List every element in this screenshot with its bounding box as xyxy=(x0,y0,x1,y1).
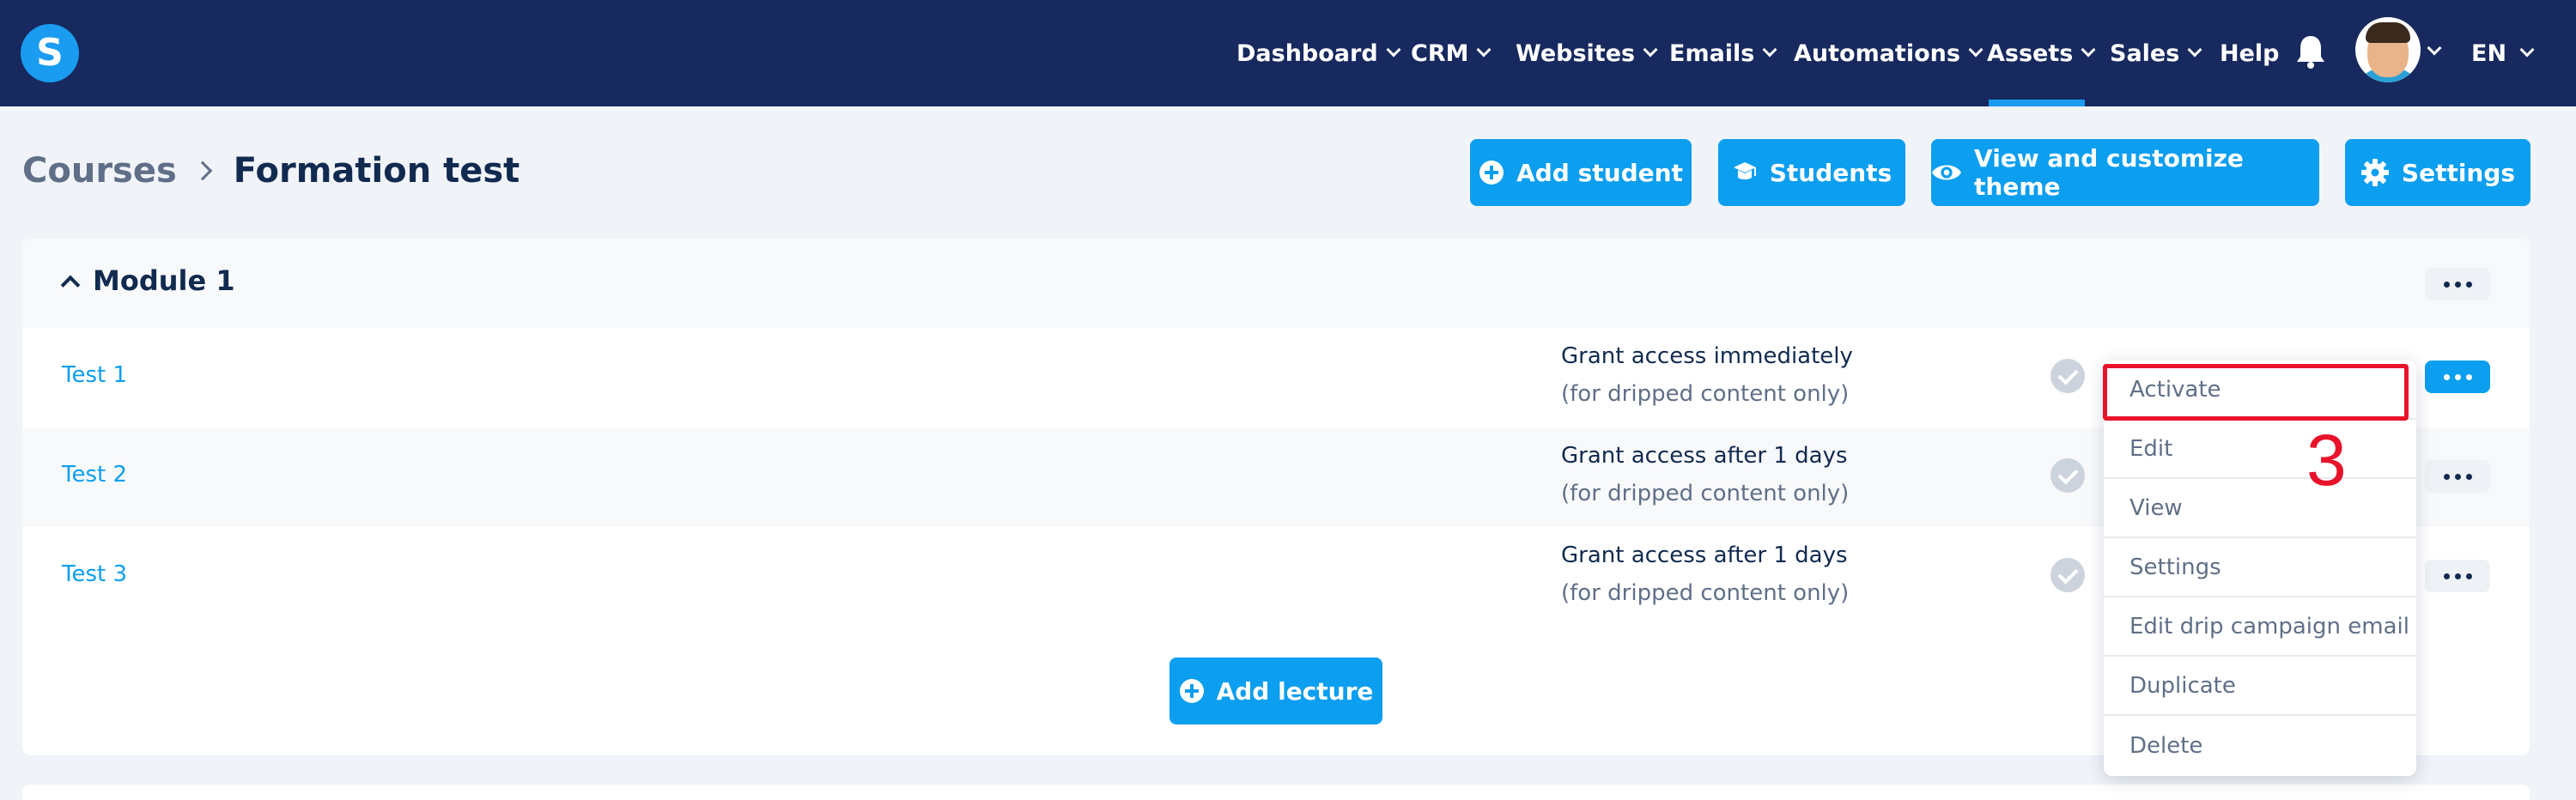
nav-automations-label: Automations xyxy=(1794,39,1960,67)
check-circle-icon xyxy=(2050,359,2085,393)
logo[interactable]: S xyxy=(21,24,79,82)
plus-circle-icon xyxy=(1479,161,1504,185)
bell-icon[interactable] xyxy=(2295,33,2326,70)
lecture-more-button[interactable] xyxy=(2425,560,2490,592)
nav-sales[interactable]: Sales xyxy=(2110,0,2202,106)
chevron-right-icon xyxy=(192,161,213,181)
breadcrumb-parent[interactable]: Courses xyxy=(22,151,177,191)
plus-circle-icon xyxy=(1179,679,1204,703)
lecture-title-link[interactable]: Test 1 xyxy=(62,362,127,388)
menu-item-edit[interactable]: Edit xyxy=(2104,420,2416,479)
chevron-down-icon xyxy=(2519,42,2535,58)
menu-item-delete[interactable]: Delete xyxy=(2104,716,2416,775)
module-more-button[interactable] xyxy=(2425,268,2490,300)
menu-item-view[interactable]: View xyxy=(2104,479,2416,538)
chevron-down-icon[interactable] xyxy=(2427,40,2442,56)
access-note: (for dripped content only) xyxy=(1561,481,1850,506)
nav-crm[interactable]: CRM xyxy=(1411,0,1492,106)
access-rule: Grant access immediately xyxy=(1561,343,1853,369)
students-button[interactable]: Students xyxy=(1718,139,1905,206)
nav-sales-label: Sales xyxy=(2110,39,2180,67)
view-customize-theme-button[interactable]: View and customize theme xyxy=(1931,139,2319,206)
language-label: EN xyxy=(2471,39,2507,67)
menu-item-settings[interactable]: Settings xyxy=(2104,538,2416,597)
access-rule: Grant access after 1 days xyxy=(1561,443,1848,469)
menu-item-edit-drip-campaign-email[interactable]: Edit drip campaign email xyxy=(2104,597,2416,657)
nav-emails[interactable]: Emails xyxy=(1669,0,1777,106)
chevron-down-icon xyxy=(1386,42,1401,58)
lecture-actions-menu: Activate Edit View Settings Edit drip ca… xyxy=(2104,361,2416,776)
graduation-cap-icon xyxy=(1733,162,1756,179)
top-nav: S Dashboard CRM Websites Emails Automati… xyxy=(0,0,2576,106)
step-number-annotation: 3 xyxy=(2306,420,2347,500)
add-student-label: Add student xyxy=(1516,158,1683,187)
nav-emails-label: Emails xyxy=(1669,39,1755,67)
access-note: (for dripped content only) xyxy=(1561,580,1850,606)
chevron-down-icon xyxy=(2187,42,2202,58)
lecture-more-button[interactable] xyxy=(2425,460,2490,493)
page-title: Formation test xyxy=(233,151,520,191)
active-nav-indicator xyxy=(1989,100,2085,106)
chevron-up-icon[interactable] xyxy=(60,275,81,295)
menu-item-duplicate[interactable]: Duplicate xyxy=(2104,657,2416,716)
nav-dashboard-label: Dashboard xyxy=(1236,39,1378,67)
check-circle-icon xyxy=(2050,458,2085,493)
lecture-title-link[interactable]: Test 2 xyxy=(62,462,127,488)
nav-crm-label: CRM xyxy=(1411,39,1469,67)
nav-websites-label: Websites xyxy=(1516,39,1636,67)
students-label: Students xyxy=(1769,158,1893,187)
settings-button[interactable]: Settings xyxy=(2345,139,2530,206)
gear-icon xyxy=(2360,159,2389,186)
next-module-card xyxy=(22,785,2530,800)
avatar[interactable] xyxy=(2355,17,2421,82)
breadcrumb: Courses Formation test xyxy=(22,151,519,191)
lecture-more-button[interactable] xyxy=(2425,361,2490,393)
nav-help[interactable]: Help xyxy=(2220,0,2280,106)
nav-assets-label: Assets xyxy=(1987,39,2074,67)
chevron-down-icon xyxy=(2081,42,2096,58)
nav-websites[interactable]: Websites xyxy=(1516,0,1658,106)
add-student-button[interactable]: Add student xyxy=(1470,139,1692,206)
module-title: Module 1 xyxy=(93,264,235,297)
nav-dashboard[interactable]: Dashboard xyxy=(1236,0,1401,106)
access-rule: Grant access after 1 days xyxy=(1561,542,1848,568)
settings-label: Settings xyxy=(2401,158,2516,187)
highlight-box xyxy=(2103,364,2409,421)
view-customize-theme-label: View and customize theme xyxy=(1974,144,2244,201)
add-lecture-button[interactable]: Add lecture xyxy=(1170,658,1382,724)
chevron-down-icon xyxy=(1643,42,1658,58)
chevron-down-icon xyxy=(1476,42,1492,58)
access-note: (for dripped content only) xyxy=(1561,381,1850,407)
avatar-hair xyxy=(2366,22,2410,43)
chevron-down-icon xyxy=(1968,42,1984,58)
nav-automations[interactable]: Automations xyxy=(1794,0,1984,106)
eye-icon xyxy=(1931,165,1962,180)
check-circle-icon xyxy=(2050,558,2085,592)
add-lecture-label: Add lecture xyxy=(1216,676,1374,706)
nav-assets[interactable]: Assets xyxy=(1987,0,2096,106)
module-header: Module 1 xyxy=(22,239,2530,328)
nav-help-label: Help xyxy=(2220,39,2280,67)
language-selector[interactable]: EN xyxy=(2471,0,2535,106)
lecture-title-link[interactable]: Test 3 xyxy=(62,561,127,587)
chevron-down-icon xyxy=(1762,42,1777,58)
